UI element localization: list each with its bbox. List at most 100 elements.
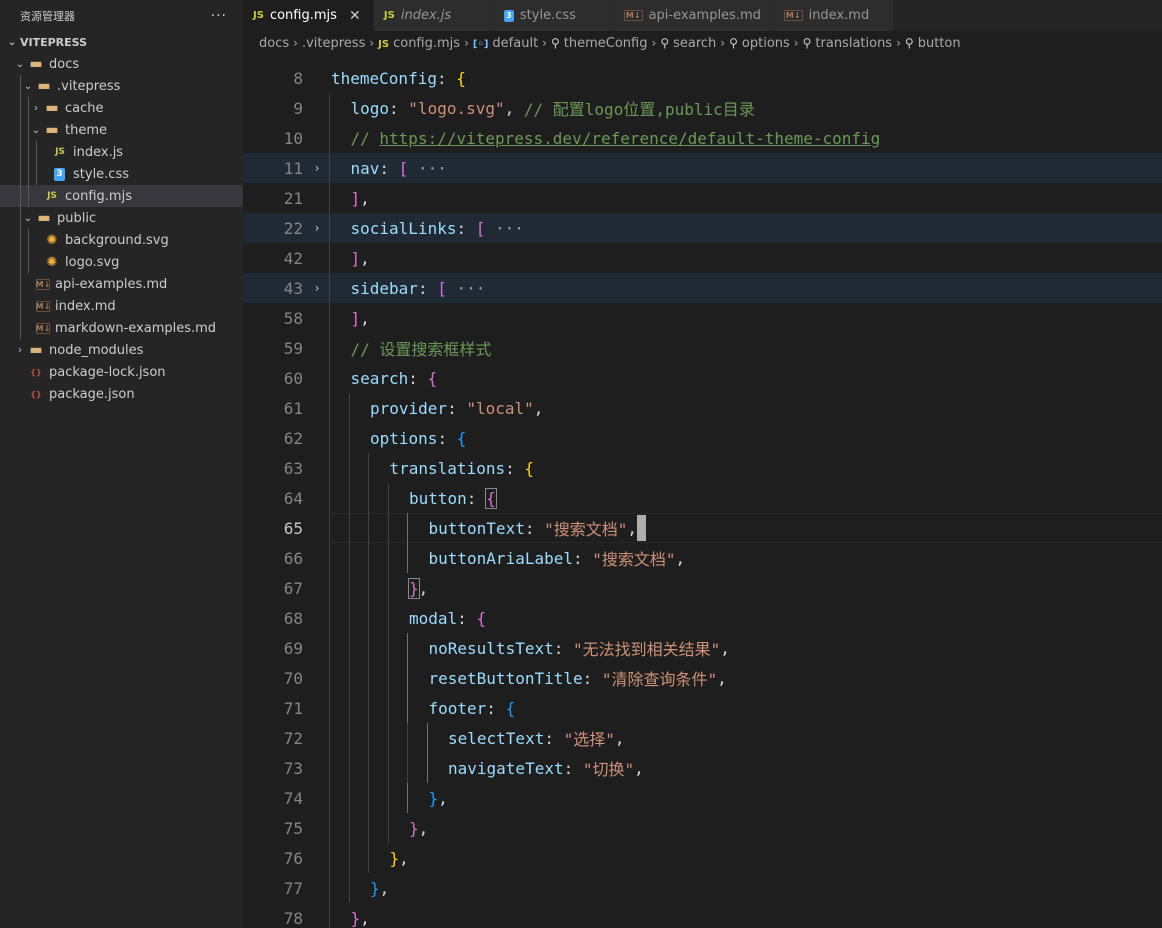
code-line[interactable]: 42], [243,243,1162,273]
code-line[interactable]: 76}, [243,843,1162,873]
code-token: , [360,908,370,928]
code-line[interactable]: 74}, [243,783,1162,813]
workspace-root[interactable]: ⌄ VITEPRESS [0,31,243,53]
tree-item[interactable]: ⌄ ▬ theme [0,119,243,141]
code-token: provider [370,398,448,418]
tree-item[interactable]: ⌄ ▬ public [0,207,243,229]
code-line[interactable]: 11 › nav: [ ··· [243,153,1162,183]
code-content: buttonText: "搜索文档", [329,513,1162,543]
tree-item[interactable]: {} package-lock.json [0,361,243,383]
fold-chevron-icon[interactable]: › [305,161,329,175]
indent-guide [368,843,369,873]
code-line[interactable]: 64 button: { [243,483,1162,513]
code-line[interactable]: 58], [243,303,1162,333]
tree-item[interactable]: ✺ background.svg [0,229,243,251]
code-token: : [553,638,573,658]
indent-guide [387,813,389,843]
code-token: https://vitepress.dev/reference/default-… [379,128,881,148]
code-line[interactable]: 78}, [243,903,1162,928]
tab-index-md[interactable]: M↓ index.md [773,0,894,31]
code-line[interactable]: 67}, [243,573,1162,603]
code-line[interactable]: 73 navigateText: "切换", [243,753,1162,783]
code-line[interactable]: 71 footer: { [243,693,1162,723]
js-file-icon: JS [253,10,264,21]
code-line[interactable]: 63 translations: { [243,453,1162,483]
more-actions-icon[interactable]: ··· [211,8,227,24]
code-line[interactable]: 70 resetButtonTitle: "清除查询条件", [243,663,1162,693]
tree-item-label: logo.svg [65,254,120,270]
indent-guide [329,243,330,273]
code-token: ] [350,248,361,268]
tree-item[interactable]: M↓ api-examples.md [0,273,243,295]
breadcrumb-item[interactable]: [◦] default [473,36,538,51]
indent-guide [348,663,350,693]
code-token: { [427,368,438,388]
code-line[interactable]: 77}, [243,873,1162,903]
breadcrumb-item[interactable]: .vitepress [302,36,365,51]
code-line[interactable]: 22 › socialLinks: [ ··· [243,213,1162,243]
svg-file-icon: ✺ [46,232,58,248]
code-line[interactable]: 10 // https://vitepress.dev/reference/def… [243,123,1162,153]
indent-guide [368,603,369,633]
tree-item-label: package-lock.json [49,364,166,380]
indent-guide [387,543,389,573]
tree-item[interactable]: JS config.mjs [0,185,243,207]
breadcrumb-item[interactable]: JS config.mjs [378,36,460,51]
code-line[interactable]: 8 themeConfig: { [243,63,1162,93]
code-token: "local" [466,398,534,418]
breadcrumb-item[interactable]: ⚲ translations [803,36,892,51]
workspace-root-label: VITEPRESS [20,35,88,49]
explorer-header: 资源管理器 ··· [0,0,243,31]
indent-guide [20,75,21,97]
code-line[interactable]: 62 options: { [243,423,1162,453]
code-token: : [573,548,593,568]
code-line[interactable]: 66 buttonAriaLabel: "搜索文档", [243,543,1162,573]
code-token: , [418,578,429,598]
tree-item[interactable]: ✺ logo.svg [0,251,243,273]
tree-item[interactable]: JS index.js [0,141,243,163]
code-line[interactable]: 9 logo: "logo.svg", // 配置logo位置,public目录 [243,93,1162,123]
code-token: "切换" [582,760,635,779]
code-token: logo [350,98,390,118]
line-number: 75 [283,818,303,838]
code-line[interactable]: 60 search: { [243,363,1162,393]
tree-item[interactable]: ⌄ ▬ .vitepress [0,75,243,97]
tab-index-js[interactable]: JS index.js [373,0,494,31]
code-line[interactable]: 68 modal: { [243,603,1162,633]
tab-config-mjs[interactable]: JS config.mjs ✕ [243,0,374,31]
breadcrumb-item[interactable]: ⚲ button [905,36,961,51]
breadcrumb-item[interactable]: ⚲ options [729,36,790,51]
code-line[interactable]: 61 provider: "local", [243,393,1162,423]
code-content: navigateText: "切换", [329,753,1162,783]
breadcrumb-item[interactable]: ⚲ themeConfig [551,36,648,51]
indent-guide [368,723,369,753]
indent-guide [348,393,350,423]
tree-item[interactable]: › ▬ cache [0,97,243,119]
indent-guide [348,423,350,453]
code-editor[interactable]: 8 themeConfig: {9 logo: "logo.svg", // 配置l… [243,55,1162,928]
code-line[interactable]: 75}, [243,813,1162,843]
breadcrumb-item[interactable]: ⚲ search [660,36,716,51]
code-line[interactable]: 43 › sidebar: [ ··· [243,273,1162,303]
tree-item[interactable]: M↓ markdown-examples.md [0,317,243,339]
tree-item[interactable]: › ▬ node_modules [0,339,243,361]
tree-item[interactable]: 3 style.css [0,163,243,185]
code-line[interactable]: 59 // 设置搜索框样式 [243,333,1162,363]
code-line[interactable]: 65 buttonText: "搜索文档", [243,513,1162,543]
tab-api-examples-md[interactable]: M↓ api-examples.md [613,0,774,31]
tree-item[interactable]: M↓ index.md [0,295,243,317]
code-line[interactable]: 69 noResultsText: "无法找到相关结果", [243,633,1162,663]
code-line[interactable]: 72 selectText: "选择", [243,723,1162,753]
indent-guide [368,543,369,573]
code-token: : [466,488,487,508]
close-icon[interactable]: ✕ [347,8,363,24]
indent-guide [20,119,21,141]
tree-item[interactable]: ⌄ ▬ docs [0,53,243,75]
fold-chevron-icon[interactable]: › [305,221,329,235]
chevron-down-icon: ⌄ [23,80,33,92]
breadcrumb-item[interactable]: docs [259,36,289,51]
fold-chevron-icon[interactable]: › [305,281,329,295]
tab-style-css[interactable]: 3 style.css [493,0,614,31]
code-line[interactable]: 21], [243,183,1162,213]
tree-item[interactable]: {} package.json [0,383,243,405]
